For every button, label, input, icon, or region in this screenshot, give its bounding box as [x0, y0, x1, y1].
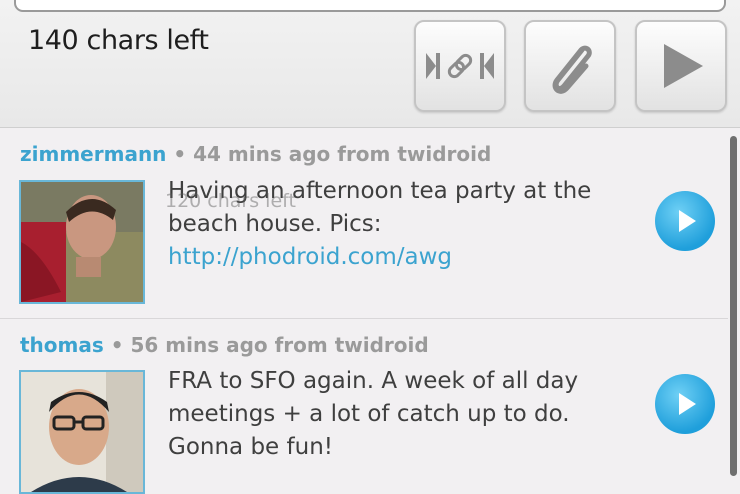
send-arrow-icon — [664, 44, 703, 88]
tweet-link[interactable]: http://phodroid.com/awg — [168, 244, 452, 270]
user-avatar[interactable] — [19, 370, 145, 494]
tweet-meta: zimmermann • 44 mins ago from twidroid — [20, 142, 491, 166]
tweet-timestamp: • 56 mins ago from twidroid — [103, 333, 429, 357]
play-button[interactable] — [655, 191, 715, 251]
tweet-timestamp: • 44 mins ago from twidroid — [166, 142, 492, 166]
attach-button[interactable] — [524, 20, 616, 112]
timeline[interactable]: zimmermann • 44 mins ago from twidroid H… — [0, 128, 740, 494]
play-icon — [679, 393, 696, 415]
chars-left-counter: 140 chars left — [28, 25, 209, 56]
paperclip-icon — [552, 45, 592, 94]
tweet-meta: thomas • 56 mins ago from twidroid — [20, 333, 429, 357]
play-icon — [679, 210, 696, 232]
tweet-username[interactable]: zimmermann — [20, 142, 166, 166]
tweet-username[interactable]: thomas — [20, 333, 104, 357]
user-avatar[interactable] — [19, 180, 145, 304]
tweet-text: FRA to SFO again. A week of all day meet… — [168, 368, 579, 460]
shorten-url-button[interactable] — [414, 20, 506, 112]
overlay-chars-left: 120 chars left — [165, 190, 296, 212]
tweet-input[interactable] — [14, 0, 726, 12]
play-button[interactable] — [655, 374, 715, 434]
tweet-item[interactable]: thomas • 56 mins ago from twidroid FRA t… — [0, 319, 728, 494]
tweet-item[interactable]: zimmermann • 44 mins ago from twidroid H… — [0, 128, 728, 319]
shorten-link-icon — [426, 53, 494, 79]
compose-panel: 140 chars left — [0, 0, 740, 128]
send-button[interactable] — [635, 20, 727, 112]
scrollbar[interactable] — [730, 136, 737, 476]
